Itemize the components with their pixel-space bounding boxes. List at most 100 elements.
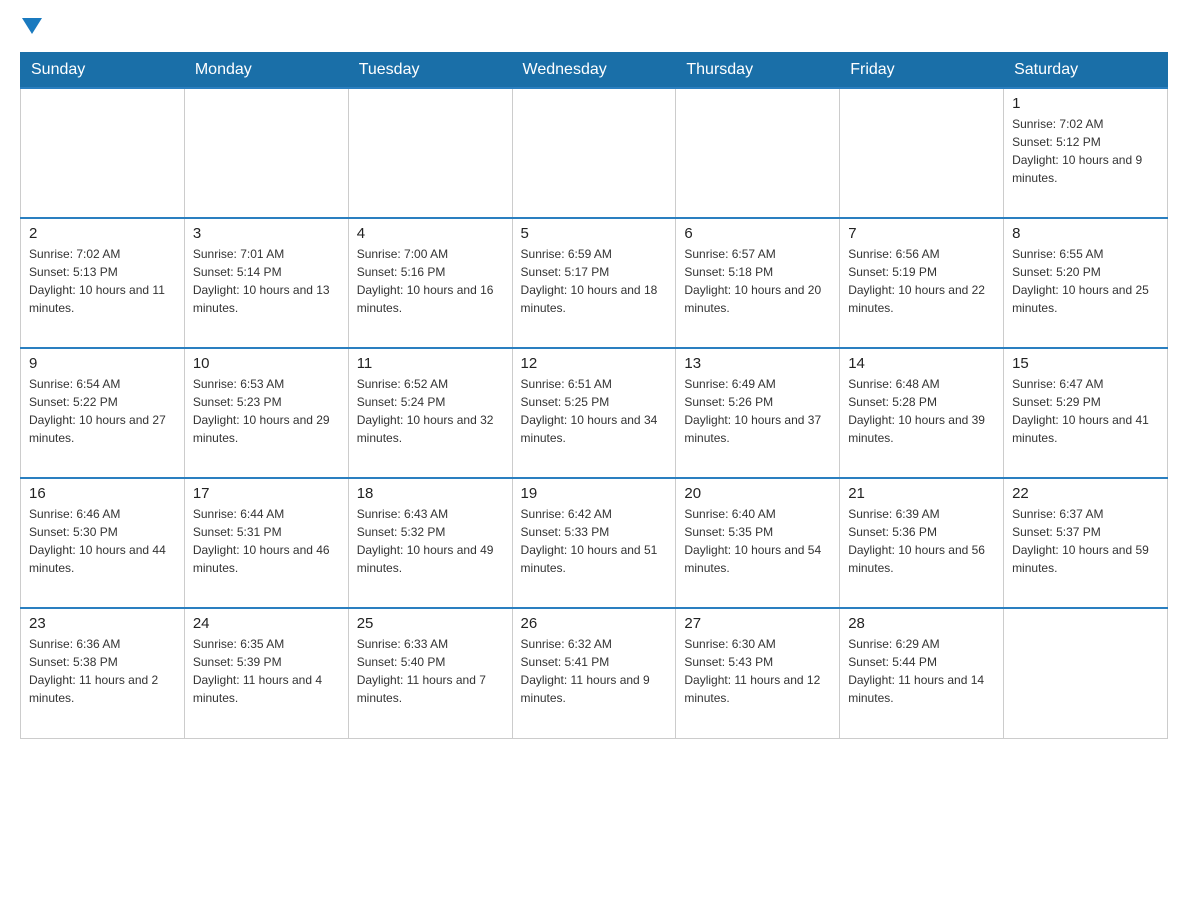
- calendar-week-row: 2 Sunrise: 7:02 AMSunset: 5:13 PMDaylight…: [21, 218, 1168, 348]
- day-info: Sunrise: 6:33 AMSunset: 5:40 PMDaylight:…: [357, 635, 504, 707]
- calendar-day-cell: 27Sunrise: 6:30 AMSunset: 5:43 PMDayligh…: [676, 608, 840, 738]
- day-info: Sunrise: 7:02 AMSunset: 5:13 PMDaylight:…: [29, 245, 176, 317]
- calendar-day-cell: 4 Sunrise: 7:00 AMSunset: 5:16 PMDaylight…: [348, 218, 512, 348]
- calendar-day-cell: [676, 88, 840, 218]
- day-number: 28: [848, 615, 995, 632]
- day-number: 23: [29, 615, 176, 632]
- calendar-day-cell: 6 Sunrise: 6:57 AMSunset: 5:18 PMDaylight…: [676, 218, 840, 348]
- day-of-week-header: Wednesday: [512, 53, 676, 89]
- calendar-day-cell: 2 Sunrise: 7:02 AMSunset: 5:13 PMDaylight…: [21, 218, 185, 348]
- day-info: Sunrise: 6:37 AMSunset: 5:37 PMDaylight:…: [1012, 505, 1159, 577]
- calendar-day-cell: 10 Sunrise: 6:53 AMSunset: 5:23 PMDayligh…: [184, 348, 348, 478]
- calendar-day-cell: [512, 88, 676, 218]
- day-info: Sunrise: 6:29 AMSunset: 5:44 PMDaylight:…: [848, 635, 995, 707]
- calendar-day-cell: 9 Sunrise: 6:54 AMSunset: 5:22 PMDaylight…: [21, 348, 185, 478]
- day-info: Sunrise: 6:32 AMSunset: 5:41 PMDaylight:…: [521, 635, 668, 707]
- calendar-day-cell: 8 Sunrise: 6:55 AMSunset: 5:20 PMDaylight…: [1004, 218, 1168, 348]
- day-info: Sunrise: 7:00 AMSunset: 5:16 PMDaylight:…: [357, 245, 504, 317]
- calendar-table: SundayMondayTuesdayWednesdayThursdayFrid…: [20, 52, 1168, 739]
- day-number: 24: [193, 615, 340, 632]
- day-of-week-header: Sunday: [21, 53, 185, 89]
- calendar-week-row: 1 Sunrise: 7:02 AMSunset: 5:12 PMDaylight…: [21, 88, 1168, 218]
- day-number: 22: [1012, 485, 1159, 502]
- day-info: Sunrise: 6:52 AMSunset: 5:24 PMDaylight:…: [357, 375, 504, 447]
- day-number: 25: [357, 615, 504, 632]
- calendar-header-row: SundayMondayTuesdayWednesdayThursdayFrid…: [21, 53, 1168, 89]
- day-number: 12: [521, 355, 668, 372]
- day-info: Sunrise: 6:57 AMSunset: 5:18 PMDaylight:…: [684, 245, 831, 317]
- calendar-day-cell: 19 Sunrise: 6:42 AMSunset: 5:33 PMDayligh…: [512, 478, 676, 608]
- calendar-day-cell: 21 Sunrise: 6:39 AMSunset: 5:36 PMDayligh…: [840, 478, 1004, 608]
- day-number: 21: [848, 485, 995, 502]
- day-info: Sunrise: 7:01 AMSunset: 5:14 PMDaylight:…: [193, 245, 340, 317]
- calendar-day-cell: 17Sunrise: 6:44 AMSunset: 5:31 PMDayligh…: [184, 478, 348, 608]
- day-info: Sunrise: 6:49 AMSunset: 5:26 PMDaylight:…: [684, 375, 831, 447]
- day-number: 15: [1012, 355, 1159, 372]
- calendar-day-cell: 24 Sunrise: 6:35 AMSunset: 5:39 PMDayligh…: [184, 608, 348, 738]
- day-number: 7: [848, 225, 995, 242]
- calendar-day-cell: [348, 88, 512, 218]
- day-number: 6: [684, 225, 831, 242]
- calendar-day-cell: 28 Sunrise: 6:29 AMSunset: 5:44 PMDayligh…: [840, 608, 1004, 738]
- day-number: 2: [29, 225, 176, 242]
- day-number: 9: [29, 355, 176, 372]
- calendar-day-cell: [21, 88, 185, 218]
- day-number: 19: [521, 485, 668, 502]
- day-number: 10: [193, 355, 340, 372]
- calendar-day-cell: 1 Sunrise: 7:02 AMSunset: 5:12 PMDaylight…: [1004, 88, 1168, 218]
- day-number: 8: [1012, 225, 1159, 242]
- day-info: Sunrise: 6:51 AMSunset: 5:25 PMDaylight:…: [521, 375, 668, 447]
- day-number: 1: [1012, 95, 1159, 112]
- day-info: Sunrise: 6:46 AMSunset: 5:30 PMDaylight:…: [29, 505, 176, 577]
- day-number: 3: [193, 225, 340, 242]
- day-info: Sunrise: 6:39 AMSunset: 5:36 PMDaylight:…: [848, 505, 995, 577]
- day-info: Sunrise: 6:36 AMSunset: 5:38 PMDaylight:…: [29, 635, 176, 707]
- day-number: 4: [357, 225, 504, 242]
- day-info: Sunrise: 6:43 AMSunset: 5:32 PMDaylight:…: [357, 505, 504, 577]
- day-number: 26: [521, 615, 668, 632]
- calendar-day-cell: 22 Sunrise: 6:37 AMSunset: 5:37 PMDayligh…: [1004, 478, 1168, 608]
- day-of-week-header: Friday: [840, 53, 1004, 89]
- day-number: 17: [193, 485, 340, 502]
- day-number: 13: [684, 355, 831, 372]
- calendar-day-cell: 3 Sunrise: 7:01 AMSunset: 5:14 PMDaylight…: [184, 218, 348, 348]
- day-info: Sunrise: 6:56 AMSunset: 5:19 PMDaylight:…: [848, 245, 995, 317]
- day-info: Sunrise: 7:02 AMSunset: 5:12 PMDaylight:…: [1012, 115, 1159, 187]
- calendar-week-row: 9 Sunrise: 6:54 AMSunset: 5:22 PMDaylight…: [21, 348, 1168, 478]
- calendar-day-cell: 13 Sunrise: 6:49 AMSunset: 5:26 PMDayligh…: [676, 348, 840, 478]
- calendar-day-cell: 7 Sunrise: 6:56 AMSunset: 5:19 PMDaylight…: [840, 218, 1004, 348]
- day-number: 11: [357, 355, 504, 372]
- calendar-day-cell: 26 Sunrise: 6:32 AMSunset: 5:41 PMDayligh…: [512, 608, 676, 738]
- day-info: Sunrise: 6:54 AMSunset: 5:22 PMDaylight:…: [29, 375, 176, 447]
- day-info: Sunrise: 6:42 AMSunset: 5:33 PMDaylight:…: [521, 505, 668, 577]
- calendar-week-row: 23 Sunrise: 6:36 AMSunset: 5:38 PMDayligh…: [21, 608, 1168, 738]
- day-info: Sunrise: 6:59 AMSunset: 5:17 PMDaylight:…: [521, 245, 668, 317]
- calendar-day-cell: [1004, 608, 1168, 738]
- page-header: [20, 20, 1168, 36]
- calendar-day-cell: [184, 88, 348, 218]
- day-number: 18: [357, 485, 504, 502]
- day-number: 27: [684, 615, 831, 632]
- day-info: Sunrise: 6:48 AMSunset: 5:28 PMDaylight:…: [848, 375, 995, 447]
- day-info: Sunrise: 6:35 AMSunset: 5:39 PMDaylight:…: [193, 635, 340, 707]
- calendar-day-cell: 14 Sunrise: 6:48 AMSunset: 5:28 PMDayligh…: [840, 348, 1004, 478]
- calendar-day-cell: 11 Sunrise: 6:52 AMSunset: 5:24 PMDayligh…: [348, 348, 512, 478]
- calendar-day-cell: 12 Sunrise: 6:51 AMSunset: 5:25 PMDayligh…: [512, 348, 676, 478]
- day-of-week-header: Saturday: [1004, 53, 1168, 89]
- calendar-day-cell: 5 Sunrise: 6:59 AMSunset: 5:17 PMDaylight…: [512, 218, 676, 348]
- logo-triangle-icon: [22, 18, 42, 34]
- calendar-week-row: 16 Sunrise: 6:46 AMSunset: 5:30 PMDayligh…: [21, 478, 1168, 608]
- calendar-day-cell: 23 Sunrise: 6:36 AMSunset: 5:38 PMDayligh…: [21, 608, 185, 738]
- day-info: Sunrise: 6:55 AMSunset: 5:20 PMDaylight:…: [1012, 245, 1159, 317]
- day-info: Sunrise: 6:47 AMSunset: 5:29 PMDaylight:…: [1012, 375, 1159, 447]
- calendar-day-cell: 25 Sunrise: 6:33 AMSunset: 5:40 PMDayligh…: [348, 608, 512, 738]
- calendar-day-cell: 18 Sunrise: 6:43 AMSunset: 5:32 PMDayligh…: [348, 478, 512, 608]
- day-of-week-header: Thursday: [676, 53, 840, 89]
- day-info: Sunrise: 6:53 AMSunset: 5:23 PMDaylight:…: [193, 375, 340, 447]
- day-number: 5: [521, 225, 668, 242]
- day-number: 16: [29, 485, 176, 502]
- day-number: 14: [848, 355, 995, 372]
- day-of-week-header: Monday: [184, 53, 348, 89]
- day-of-week-header: Tuesday: [348, 53, 512, 89]
- calendar-day-cell: [840, 88, 1004, 218]
